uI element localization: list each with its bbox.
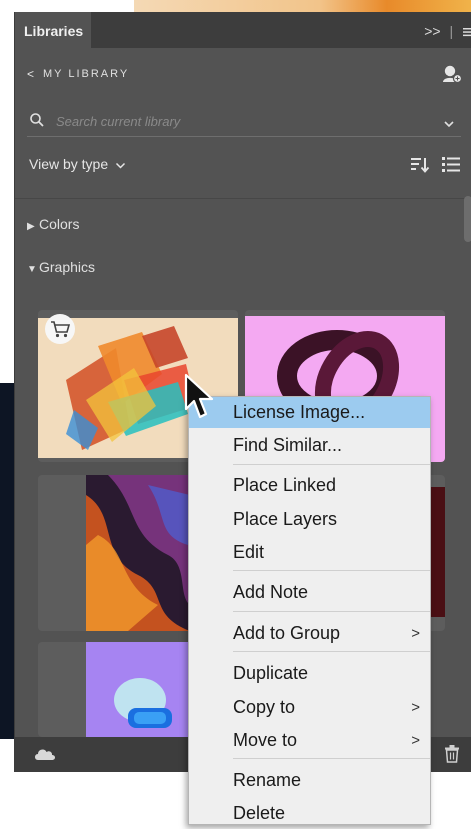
view-by-label: View by type <box>29 156 109 172</box>
section-graphics[interactable]: ▼ Graphics <box>27 259 95 275</box>
search-icon <box>29 112 45 128</box>
menu-item-add-to-group[interactable]: Add to Group > <box>189 618 430 649</box>
panel-tab-bar: Libraries >> | <box>15 12 471 48</box>
menu-separator <box>233 651 430 652</box>
panel-menu-icon[interactable] <box>463 13 471 51</box>
panel-controls: >> | <box>424 12 471 48</box>
menu-item-place-layers[interactable]: Place Layers <box>189 504 430 535</box>
cloud-icon[interactable] <box>33 746 57 767</box>
context-menu: License Image... Find Similar... Place L… <box>188 396 431 825</box>
submenu-arrow-icon: > <box>411 625 420 642</box>
list-view-icon[interactable] <box>441 155 461 175</box>
menu-item-label: Duplicate <box>233 663 309 683</box>
menu-item-label: Delete <box>233 803 286 823</box>
menu-item-copy-to[interactable]: Copy to > <box>189 692 430 723</box>
view-by-dropdown[interactable]: View by type <box>29 156 126 172</box>
section-colors[interactable]: ▶ Colors <box>27 216 79 232</box>
divider <box>15 198 471 199</box>
collapse-triangle-icon: ▼ <box>27 264 37 275</box>
menu-item-label: Add to Group <box>233 623 341 643</box>
menu-item-add-note[interactable]: Add Note <box>189 577 430 608</box>
menu-item-label: Copy to <box>233 697 296 717</box>
menu-item-label: Rename <box>233 770 302 790</box>
section-graphics-label: Graphics <box>39 259 96 275</box>
menu-item-label: Move to <box>233 730 298 750</box>
menu-separator <box>233 464 430 465</box>
menu-item-duplicate[interactable]: Duplicate <box>189 658 430 689</box>
menu-item-license-image[interactable]: License Image... <box>189 397 430 428</box>
menu-item-label: Place Linked <box>233 475 337 495</box>
menu-separator <box>233 611 430 612</box>
user-add-icon[interactable] <box>441 63 463 85</box>
search-bar <box>27 106 461 137</box>
chevron-left-icon[interactable]: < <box>27 67 34 81</box>
mouse-cursor-icon <box>184 373 218 426</box>
library-header: < MY LIBRARY <box>15 61 471 87</box>
menu-item-label: License Image... <box>233 402 366 422</box>
library-name[interactable]: MY LIBRARY <box>43 68 129 80</box>
menu-item-label: Place Layers <box>233 509 338 529</box>
trash-icon[interactable] <box>445 745 459 768</box>
menu-item-label: Edit <box>233 542 265 562</box>
submenu-arrow-icon: > <box>411 699 420 716</box>
menu-item-find-similar[interactable]: Find Similar... <box>189 430 430 461</box>
menu-item-place-linked[interactable]: Place Linked <box>189 470 430 501</box>
collapse-panel-button[interactable]: >> <box>424 12 440 50</box>
search-input[interactable] <box>54 110 438 132</box>
section-colors-label: Colors <box>39 216 80 232</box>
sort-icon[interactable] <box>410 155 430 175</box>
background-artwork <box>134 0 471 12</box>
divider-icon: | <box>449 23 454 39</box>
tab-libraries[interactable]: Libraries <box>15 12 91 48</box>
chevron-down-icon[interactable] <box>443 115 455 133</box>
menu-item-rename[interactable]: Rename <box>189 765 430 796</box>
menu-item-label: Find Similar... <box>233 435 343 455</box>
scrollbar-thumb[interactable] <box>464 196 471 242</box>
submenu-arrow-icon: > <box>411 732 420 749</box>
chevron-down-icon <box>115 156 126 172</box>
cart-icon[interactable] <box>45 314 75 344</box>
expand-triangle-icon: ▶ <box>27 221 35 232</box>
menu-item-move-to[interactable]: Move to > <box>189 725 430 756</box>
menu-item-edit[interactable]: Edit <box>189 537 430 568</box>
menu-separator <box>233 570 430 571</box>
menu-item-label: Add Note <box>233 582 309 602</box>
menu-separator <box>233 758 430 759</box>
menu-item-delete[interactable]: Delete <box>189 798 430 829</box>
background-canvas <box>0 383 14 739</box>
